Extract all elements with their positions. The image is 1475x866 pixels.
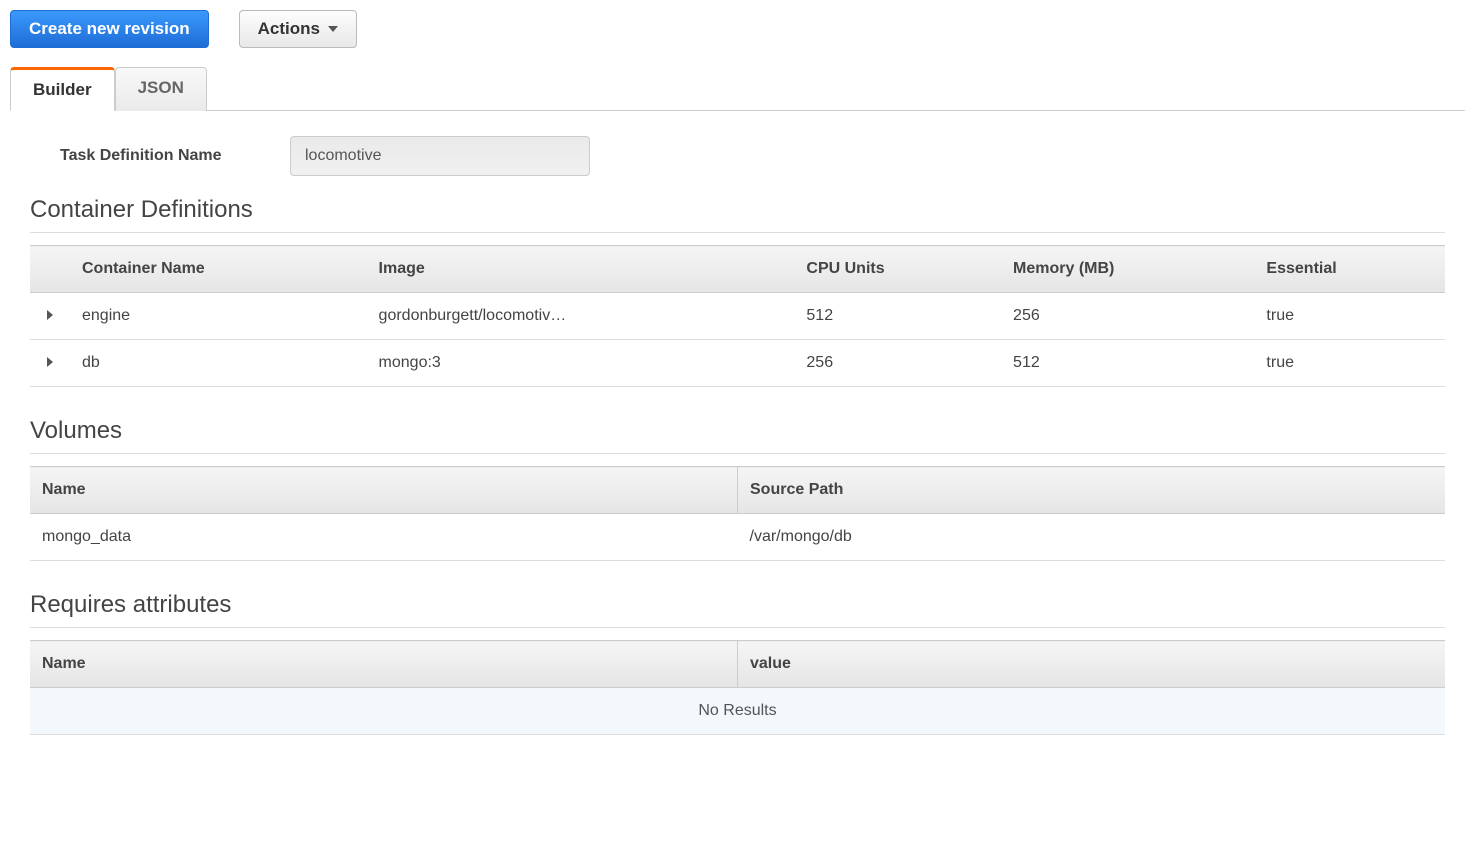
no-results-text: No Results <box>30 688 1445 735</box>
containers-table: Container Name Image CPU Units Memory (M… <box>30 245 1445 387</box>
cell-name: db <box>70 340 367 387</box>
task-def-name-row: Task Definition Name <box>30 136 1445 176</box>
col-vol-name[interactable]: Name <box>30 467 738 514</box>
containers-header-row: Container Name Image CPU Units Memory (M… <box>30 246 1445 293</box>
col-attr-name[interactable]: Name <box>30 641 738 688</box>
col-attr-value[interactable]: value <box>738 641 1446 688</box>
cell-name: engine <box>70 293 367 340</box>
actions-label: Actions <box>258 19 320 39</box>
col-cpu[interactable]: CPU Units <box>794 246 1001 293</box>
table-row[interactable]: mongo_data /var/mongo/db <box>30 514 1445 561</box>
tab-json[interactable]: JSON <box>115 67 207 111</box>
containers-title: Container Definitions <box>30 196 1445 233</box>
cell-essential: true <box>1254 340 1445 387</box>
tab-builder[interactable]: Builder <box>10 67 115 111</box>
tabs: Builder JSON <box>10 66 1465 111</box>
cell-vol-name: mongo_data <box>30 514 738 561</box>
cell-memory: 256 <box>1001 293 1254 340</box>
actions-button[interactable]: Actions <box>239 10 357 48</box>
toolbar: Create new revision Actions <box>10 10 1465 48</box>
task-def-name-label: Task Definition Name <box>60 147 290 165</box>
no-results-row: No Results <box>30 688 1445 735</box>
cell-vol-source: /var/mongo/db <box>738 514 1446 561</box>
volumes-header-row: Name Source Path <box>30 467 1445 514</box>
expand-header <box>30 246 70 293</box>
attrs-header-row: Name value <box>30 641 1445 688</box>
chevron-right-icon[interactable] <box>47 357 53 367</box>
containers-section: Container Definitions Container Name Ima… <box>30 196 1445 387</box>
col-image[interactable]: Image <box>367 246 795 293</box>
task-def-name-input[interactable] <box>290 136 590 176</box>
cell-image: mongo:3 <box>367 340 795 387</box>
col-container-name[interactable]: Container Name <box>70 246 367 293</box>
volumes-section: Volumes Name Source Path mongo_data /var… <box>30 417 1445 561</box>
cell-image: gordonburgett/locomotiv… <box>367 293 795 340</box>
create-revision-button[interactable]: Create new revision <box>10 10 209 48</box>
attrs-table: Name value No Results <box>30 640 1445 735</box>
attrs-section: Requires attributes Name value No Result… <box>30 591 1445 735</box>
cell-cpu: 256 <box>794 340 1001 387</box>
table-row[interactable]: db mongo:3 256 512 true <box>30 340 1445 387</box>
attrs-title: Requires attributes <box>30 591 1445 628</box>
col-vol-source[interactable]: Source Path <box>738 467 1446 514</box>
volumes-title: Volumes <box>30 417 1445 454</box>
cell-cpu: 512 <box>794 293 1001 340</box>
chevron-right-icon[interactable] <box>47 310 53 320</box>
volumes-table: Name Source Path mongo_data /var/mongo/d… <box>30 466 1445 561</box>
caret-down-icon <box>328 26 338 32</box>
col-memory[interactable]: Memory (MB) <box>1001 246 1254 293</box>
col-essential[interactable]: Essential <box>1254 246 1445 293</box>
content: Task Definition Name Container Definitio… <box>10 136 1465 735</box>
cell-essential: true <box>1254 293 1445 340</box>
table-row[interactable]: engine gordonburgett/locomotiv… 512 256 … <box>30 293 1445 340</box>
cell-memory: 512 <box>1001 340 1254 387</box>
